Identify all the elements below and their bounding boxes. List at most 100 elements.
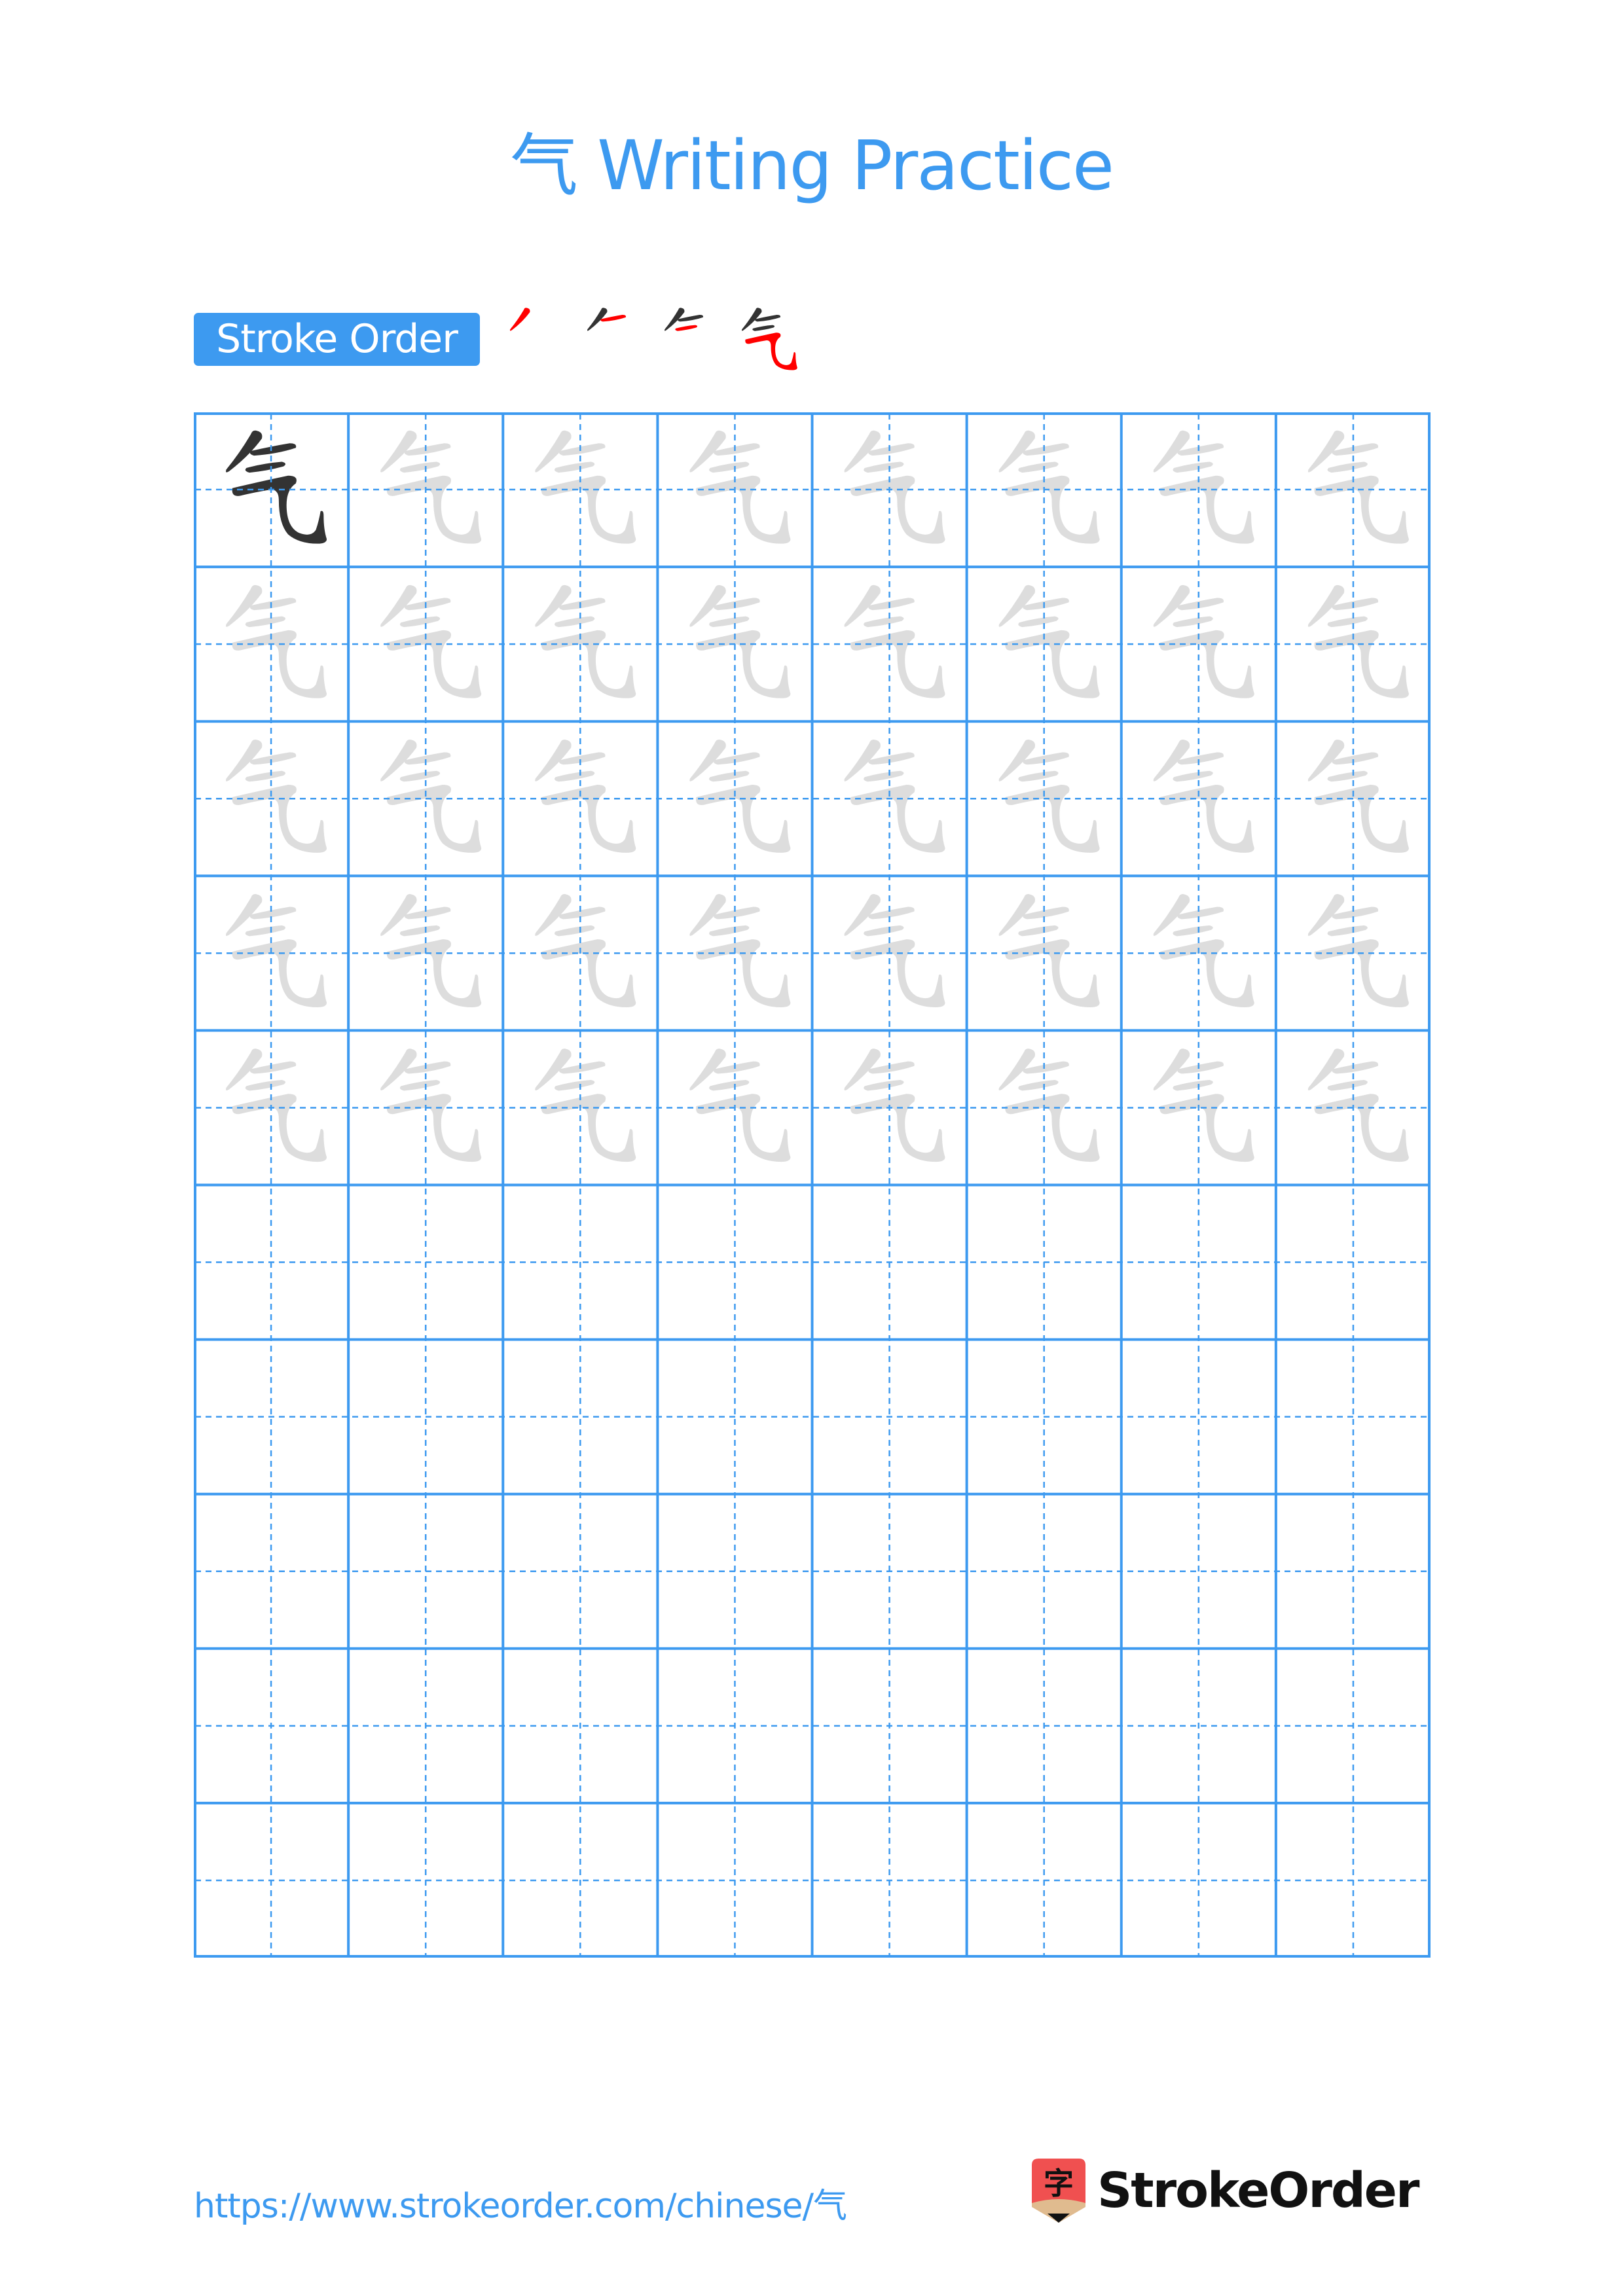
stroke-3 [1173, 461, 1213, 473]
practice-cell[interactable] [380, 894, 482, 1007]
stroke-4 [1314, 785, 1409, 853]
stroke-1 [509, 308, 530, 331]
practice-cell[interactable] [689, 739, 791, 853]
stroke-2 [404, 443, 451, 456]
stroke-4 [386, 1094, 482, 1162]
practice-cell[interactable] [844, 430, 945, 544]
stroke-2 [1177, 906, 1224, 920]
stroke-4 [232, 1094, 327, 1162]
practice-cell[interactable] [689, 584, 791, 698]
practice-cell[interactable] [226, 1049, 327, 1162]
stroke-4 [541, 475, 636, 544]
stroke-4 [696, 785, 791, 853]
practice-cell[interactable] [1153, 1049, 1254, 1162]
stroke-2 [1332, 752, 1379, 765]
practice-cell[interactable] [1307, 739, 1409, 853]
practice-cell[interactable] [535, 430, 636, 544]
stroke-4 [541, 1094, 636, 1162]
stroke-3 [399, 925, 441, 937]
stroke-4 [232, 475, 327, 544]
practice-cell[interactable] [226, 894, 327, 1007]
practice-cell[interactable] [844, 894, 945, 1007]
stroke-3 [709, 461, 750, 473]
brand-name: StrokeOrder [1097, 2162, 1419, 2219]
stroke-2 [678, 315, 704, 322]
stroke-2 [1023, 598, 1069, 611]
stroke-4 [541, 630, 636, 698]
practice-grid-lines [194, 412, 1431, 1958]
stroke-4 [696, 630, 791, 698]
stroke-3 [1018, 616, 1059, 628]
practice-cell[interactable] [1153, 584, 1254, 698]
stroke-2 [868, 443, 915, 456]
stroke-3 [864, 616, 904, 628]
practice-cell[interactable] [1307, 894, 1409, 1007]
practice-cell[interactable] [689, 894, 791, 1007]
title-text: Writing Practice [597, 126, 1114, 206]
stroke-3 [554, 616, 595, 628]
practice-cell[interactable] [1307, 430, 1409, 544]
stroke-2 [1332, 906, 1379, 920]
practice-cell[interactable] [998, 739, 1100, 853]
strokeorder-logo[interactable]: 字 StrokeOrder [1029, 2157, 1419, 2224]
practice-cell[interactable] [689, 430, 791, 544]
stroke-order-sequence [492, 298, 820, 383]
stroke-4 [1314, 1094, 1409, 1162]
stroke-3 [1173, 925, 1213, 937]
stroke-3 [709, 770, 750, 782]
stroke-3 [1327, 461, 1368, 473]
stroke-4 [696, 939, 791, 1007]
practice-cell[interactable] [226, 584, 327, 698]
practice-cell[interactable] [1153, 894, 1254, 1007]
stroke-2 [868, 906, 915, 920]
stroke-4 [745, 332, 797, 370]
stroke-3 [1327, 925, 1368, 937]
practice-cell[interactable] [1153, 430, 1254, 544]
practice-cell[interactable] [1307, 584, 1409, 698]
practice-cell[interactable] [844, 739, 945, 853]
title-character: 气 [510, 126, 578, 206]
practice-cell[interactable] [689, 1049, 791, 1162]
practice-cell[interactable] [998, 584, 1100, 698]
stroke-4 [850, 475, 945, 544]
stroke-2 [1332, 1061, 1379, 1074]
stroke-3 [1173, 1079, 1213, 1091]
stroke-3 [245, 616, 285, 628]
stroke-step-3 [664, 308, 704, 331]
practice-cell[interactable] [226, 430, 327, 544]
stroke-2 [249, 752, 297, 765]
stroke-2 [249, 598, 297, 611]
stroke-4 [1314, 939, 1409, 1007]
stroke-3 [1018, 925, 1059, 937]
stroke-2 [1023, 1061, 1069, 1074]
stroke-4 [696, 475, 791, 544]
stroke-3 [1018, 461, 1059, 473]
practice-cell[interactable] [380, 430, 482, 544]
practice-cell[interactable] [1307, 1049, 1409, 1162]
practice-cell[interactable] [535, 894, 636, 1007]
stroke-3 [1327, 770, 1368, 782]
stroke-3 [864, 461, 904, 473]
practice-cell[interactable] [998, 894, 1100, 1007]
practice-cell[interactable] [535, 739, 636, 853]
stroke-3 [1327, 1079, 1368, 1091]
stroke-3 [864, 1079, 904, 1091]
practice-cell[interactable] [226, 739, 327, 853]
stroke-4 [541, 939, 636, 1007]
stroke-2 [1332, 443, 1379, 456]
practice-cell[interactable] [844, 584, 945, 698]
practice-cell[interactable] [844, 1049, 945, 1162]
practice-cell[interactable] [1153, 739, 1254, 853]
practice-cell[interactable] [535, 1049, 636, 1162]
stroke-2 [249, 443, 297, 456]
stroke-4 [386, 630, 482, 698]
footer-url-link[interactable]: https://www.strokeorder.com/chinese/气 [194, 2178, 847, 2227]
practice-cell[interactable] [535, 584, 636, 698]
stroke-2 [404, 906, 451, 920]
stroke-4 [1159, 1094, 1254, 1162]
practice-cell[interactable] [380, 1049, 482, 1162]
practice-cell[interactable] [380, 739, 482, 853]
practice-cell[interactable] [998, 430, 1100, 544]
practice-cell[interactable] [380, 584, 482, 698]
practice-cell[interactable] [998, 1049, 1100, 1162]
